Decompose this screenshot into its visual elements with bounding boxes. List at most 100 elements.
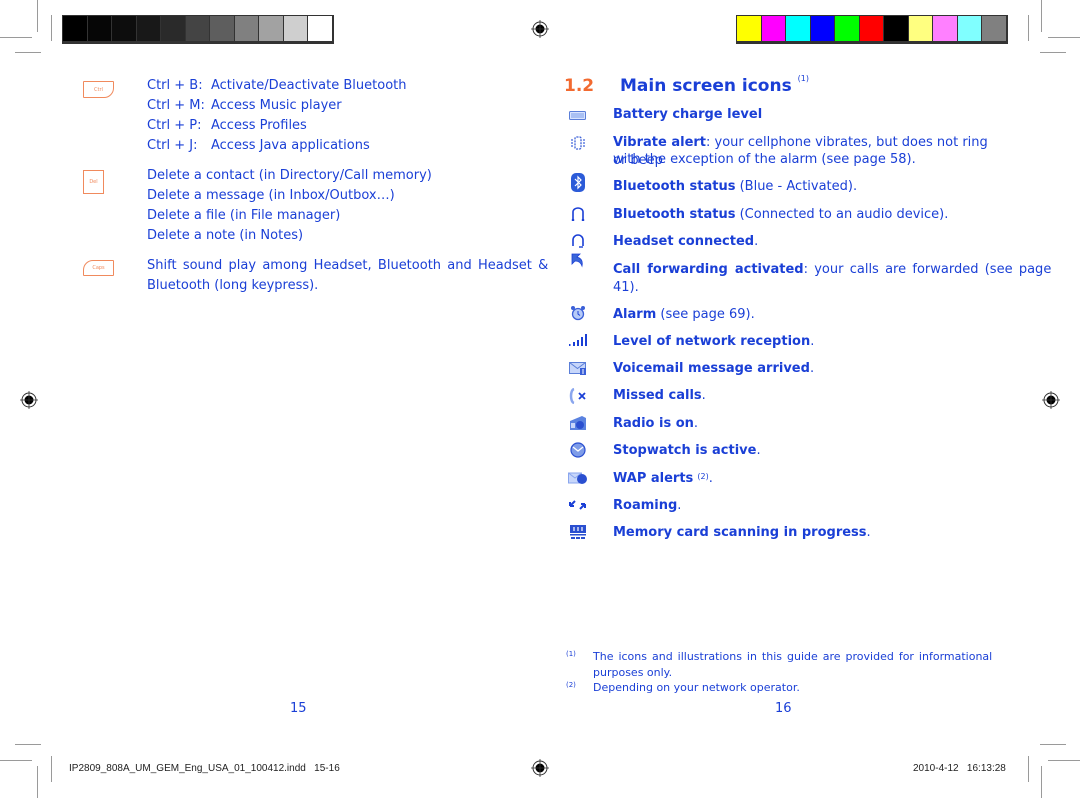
bluetooth-audio-icon bbox=[568, 206, 588, 222]
color-swatch bbox=[957, 16, 982, 41]
grayscale-swatch bbox=[87, 16, 112, 41]
wap-alert-icon bbox=[568, 470, 588, 486]
icon-description: Roaming. bbox=[613, 498, 682, 513]
crop-mark bbox=[1040, 744, 1066, 745]
footnote-text-continued: purposes only. bbox=[593, 666, 673, 679]
del-item: Delete a note (in Notes) bbox=[147, 228, 304, 243]
icon-description: Headset connected. bbox=[613, 234, 759, 249]
vibrate-icon bbox=[568, 135, 588, 151]
del-item: Delete a file (in File manager) bbox=[147, 208, 341, 223]
radio-icon bbox=[568, 414, 588, 432]
crop-mark bbox=[15, 744, 41, 745]
color-swatch bbox=[786, 16, 811, 41]
icon-description-continued: with the exception of the alarm (see pag… bbox=[613, 152, 916, 167]
shortcut-action: Access Profiles bbox=[211, 118, 307, 133]
signal-icon bbox=[568, 332, 588, 348]
grayscale-swatch bbox=[283, 16, 308, 41]
icon-description: WAP alerts (2). bbox=[613, 471, 713, 486]
color-swatch bbox=[737, 16, 762, 41]
color-swatch bbox=[908, 16, 933, 41]
registration-mark-icon bbox=[531, 20, 549, 38]
grayscale-swatch bbox=[63, 16, 88, 41]
footnote-mark: (1) bbox=[566, 650, 576, 658]
crop-mark bbox=[0, 37, 32, 38]
del-item: Delete a contact (in Directory/Call memo… bbox=[147, 168, 432, 183]
call-forward-icon bbox=[568, 252, 588, 268]
icon-description: Stopwatch is active. bbox=[613, 443, 761, 458]
slug-timestamp: 2010-4-12 16:13:28 bbox=[913, 763, 1006, 774]
color-swatch bbox=[859, 16, 884, 41]
icon-description: Level of network reception. bbox=[613, 334, 815, 349]
icon-description: Radio is on. bbox=[613, 416, 699, 431]
grayscale-color-bar bbox=[62, 15, 334, 44]
shortcut-key: Ctrl + P: bbox=[147, 118, 202, 133]
registration-mark-icon bbox=[531, 759, 549, 777]
icon-description: Voicemail message arrived. bbox=[613, 361, 815, 376]
missed-calls-icon bbox=[568, 388, 588, 404]
shortcut-action: Access Java applications bbox=[211, 138, 370, 153]
crop-mark bbox=[37, 0, 38, 32]
crop-mark bbox=[1040, 52, 1066, 53]
icon-description: Battery charge level bbox=[613, 107, 763, 122]
caps-key-icon: Caps bbox=[83, 260, 114, 276]
crop-mark bbox=[1048, 760, 1080, 761]
shortcut-key: Ctrl + B: bbox=[147, 78, 203, 93]
page-number: 15 bbox=[290, 701, 307, 716]
crop-mark bbox=[51, 15, 52, 41]
shortcut-key: Ctrl + J: bbox=[147, 138, 198, 153]
shortcut-key: Ctrl + M: bbox=[147, 98, 205, 113]
icon-description: Alarm (see page 69). bbox=[613, 307, 755, 322]
icon-description: Missed calls. bbox=[613, 388, 706, 403]
footnote-mark: (2) bbox=[566, 681, 576, 689]
crop-mark bbox=[1041, 766, 1042, 798]
color-swatch bbox=[810, 16, 835, 41]
alarm-icon bbox=[568, 305, 588, 321]
crop-mark bbox=[15, 52, 41, 53]
voicemail-icon bbox=[568, 360, 588, 376]
grayscale-swatch bbox=[185, 16, 210, 41]
icon-description: Bluetooth status (Blue - Activated). bbox=[613, 179, 858, 194]
registration-mark-icon bbox=[20, 391, 38, 409]
icon-description: Call forwarding activated: your calls ar… bbox=[613, 262, 1052, 277]
del-item: Delete a message (in Inbox/Outbox…) bbox=[147, 188, 395, 203]
footnote-ref: (1) bbox=[797, 74, 809, 83]
shortcut-action: Activate/Deactivate Bluetooth bbox=[211, 78, 407, 93]
color-swatch bbox=[933, 16, 958, 41]
grayscale-swatch bbox=[136, 16, 161, 41]
crop-mark bbox=[1048, 37, 1080, 38]
color-swatch bbox=[884, 16, 909, 41]
crop-mark bbox=[0, 760, 32, 761]
section-title: Main screen icons (1) bbox=[620, 74, 809, 96]
ctrl-key-icon: Ctrl bbox=[83, 81, 114, 98]
crop-mark bbox=[37, 766, 38, 798]
crop-mark bbox=[1041, 0, 1042, 32]
grayscale-swatch bbox=[210, 16, 235, 41]
del-key-icon: Del bbox=[83, 170, 104, 194]
caps-description-line: Shift sound play among Headset, Bluetoot… bbox=[147, 258, 549, 273]
headset-icon bbox=[568, 233, 588, 249]
footnote-text: Depending on your network operator. bbox=[593, 681, 800, 694]
section-number: 1.2 bbox=[564, 76, 595, 96]
grayscale-swatch bbox=[161, 16, 186, 41]
slug-filename: IP2809_808A_UM_GEM_Eng_USA_01_100412.ind… bbox=[69, 763, 340, 774]
crop-mark bbox=[51, 756, 52, 782]
shortcut-action: Access Music player bbox=[211, 98, 342, 113]
process-color-bar bbox=[736, 15, 1008, 44]
grayscale-swatch bbox=[112, 16, 137, 41]
color-swatch bbox=[982, 16, 1007, 41]
roaming-icon bbox=[568, 497, 588, 513]
page-number: 16 bbox=[775, 701, 792, 716]
crop-mark bbox=[1028, 15, 1029, 41]
color-swatch bbox=[835, 16, 860, 41]
caps-description-line: Bluetooth (long keypress). bbox=[147, 278, 319, 293]
battery-icon bbox=[568, 107, 588, 123]
icon-description-continued: 41). bbox=[613, 280, 639, 295]
grayscale-swatch bbox=[259, 16, 284, 41]
footnote-text: The icons and illustrations in this guid… bbox=[593, 650, 993, 663]
registration-mark-icon bbox=[1042, 391, 1060, 409]
icon-description: Bluetooth status (Connected to an audio … bbox=[613, 207, 949, 222]
color-swatch bbox=[761, 16, 786, 41]
icon-description: Memory card scanning in progress. bbox=[613, 525, 871, 540]
memory-card-icon bbox=[568, 524, 588, 540]
bluetooth-icon bbox=[568, 172, 588, 192]
